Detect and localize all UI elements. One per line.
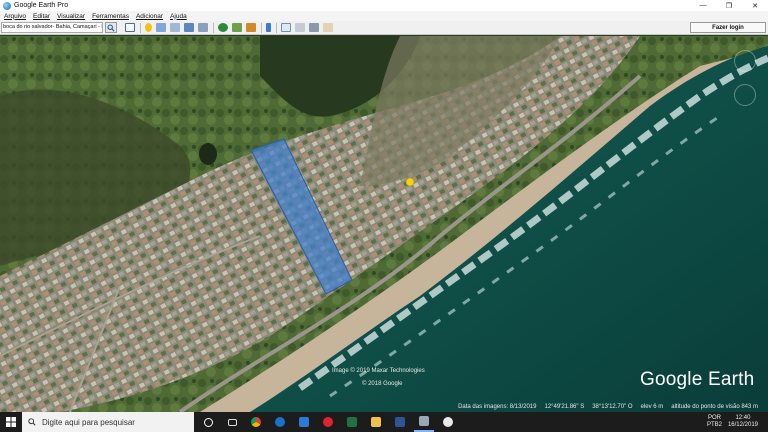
earth-map-view[interactable]	[0, 36, 768, 412]
menu-editar[interactable]: Editar	[33, 13, 50, 20]
cortana-icon[interactable]	[198, 412, 218, 432]
chrome-icon[interactable]	[246, 412, 266, 432]
email-icon[interactable]	[281, 23, 291, 32]
move-joystick[interactable]	[734, 84, 756, 106]
close-button[interactable]: ✕	[742, 0, 768, 11]
menu-ferramentas[interactable]: Ferramentas	[92, 13, 129, 20]
historical-imagery-icon[interactable]	[218, 23, 228, 32]
menu-adicionar[interactable]: Adicionar	[136, 13, 163, 20]
toolbar-divider	[261, 22, 262, 33]
placemark-icon[interactable]	[145, 23, 152, 32]
taskbar-search[interactable]: Digite aqui para pesquisar	[22, 412, 194, 432]
status-bar: Data das imagens: 8/13/2019 12°49'21.86"…	[0, 402, 768, 412]
path-icon[interactable]	[170, 23, 180, 32]
window-title: Google Earth Pro	[14, 2, 69, 9]
maximize-button[interactable]: ❐	[716, 0, 742, 11]
clock[interactable]: 12:40 16/12/2019	[728, 415, 758, 429]
sidebar-toggle-icon[interactable]	[125, 23, 135, 32]
print-icon[interactable]	[295, 23, 305, 32]
imagery-date: Data das imagens: 8/13/2019	[458, 404, 537, 410]
search-icon	[28, 418, 36, 426]
keyboard-language[interactable]: POR PTB2	[707, 415, 722, 429]
taskbar-search-placeholder: Digite aqui para pesquisar	[42, 417, 135, 427]
planets-icon[interactable]	[246, 23, 256, 32]
file-explorer-icon[interactable]	[366, 412, 386, 432]
system-tray: POR PTB2 12:40 16/12/2019	[701, 412, 768, 432]
toolbar-divider	[213, 22, 214, 33]
toolbar: boca do rio salvador- Bahia, Camaçari - …	[0, 21, 768, 35]
sunlight-icon[interactable]	[232, 23, 242, 32]
satellite-imagery[interactable]	[0, 36, 768, 412]
look-joystick[interactable]	[734, 50, 756, 72]
toolbar-divider	[276, 22, 277, 33]
language-code: POR	[707, 415, 721, 421]
search-input[interactable]: boca do rio salvador- Bahia, Camaçari - …	[1, 22, 103, 33]
store-icon[interactable]	[294, 412, 314, 432]
task-view-icon[interactable]	[222, 412, 242, 432]
window-controls: — ❐ ✕	[690, 0, 768, 11]
google-earth-app-icon	[3, 1, 11, 10]
clock-time: 12:40	[735, 415, 751, 421]
save-image-icon[interactable]	[309, 23, 319, 32]
google-copyright: © 2018 Google	[362, 381, 403, 387]
ruler-icon[interactable]	[266, 23, 271, 32]
latitude-readout: 12°49'21.86" S	[544, 404, 585, 410]
search-icon	[107, 23, 115, 32]
elevation-readout: elev 6 m	[640, 404, 664, 410]
start-button[interactable]	[0, 412, 22, 432]
google-earth-task-icon[interactable]	[414, 412, 434, 432]
whatsapp-icon[interactable]	[438, 412, 458, 432]
placemark-pin	[405, 177, 415, 187]
menu-arquivo[interactable]: Arquivo	[4, 13, 26, 20]
google-earth-logo: Google Earth	[640, 369, 755, 390]
record-tour-icon[interactable]	[198, 23, 208, 32]
view-in-maps-icon[interactable]	[323, 23, 333, 32]
imagery-copyright: Image © 2019 Maxar Technologies	[332, 368, 425, 374]
excel-icon[interactable]	[342, 412, 362, 432]
image-overlay-icon[interactable]	[184, 23, 194, 32]
longitude-readout: 38°13'12.70" O	[592, 404, 633, 410]
windows-logo-icon	[6, 417, 16, 427]
search-button[interactable]	[105, 22, 117, 33]
login-button[interactable]: Fazer login	[690, 22, 766, 33]
eye-altitude-readout: altitude do ponto de visão 843 m	[671, 404, 758, 410]
taskbar: Digite aqui para pesquisar POR PTB2 12:40…	[0, 412, 768, 432]
menu-ajuda[interactable]: Ajuda	[170, 13, 187, 20]
word-icon[interactable]	[390, 412, 410, 432]
keyboard-layout: PTB2	[706, 422, 722, 428]
opera-icon[interactable]	[318, 412, 338, 432]
clock-date: 16/12/2019	[727, 422, 758, 428]
title-bar: Google Earth Pro — ❐ ✕	[0, 0, 768, 11]
polygon-icon[interactable]	[156, 23, 166, 32]
menu-visualizar[interactable]: Visualizar	[57, 13, 85, 20]
toolbar-divider	[140, 22, 141, 33]
minimize-button[interactable]: —	[690, 0, 716, 11]
edge-icon[interactable]	[270, 412, 290, 432]
menu-bar: Arquivo Editar Visualizar Ferramentas Ad…	[0, 11, 768, 21]
